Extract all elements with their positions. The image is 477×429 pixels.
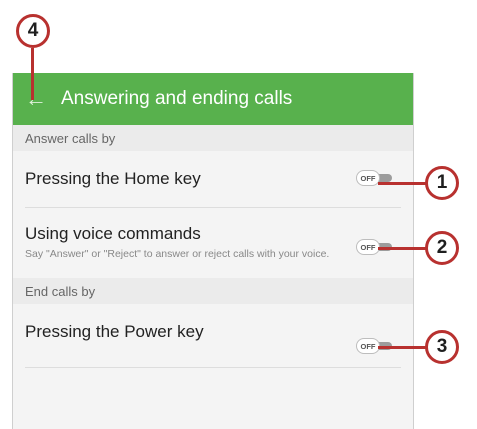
setting-title: Pressing the Home key <box>25 169 201 188</box>
toggle-knob: OFF <box>356 338 380 354</box>
callout-2-line <box>378 247 426 250</box>
app-bar: ← Answering and ending calls <box>13 73 413 125</box>
callout-4-line <box>31 48 34 100</box>
section-header-end: End calls by <box>13 278 413 304</box>
callout-2: 2 <box>425 231 459 265</box>
section-header-answer: Answer calls by <box>13 125 413 151</box>
arrow-left-icon: ← <box>25 86 47 111</box>
callout-3-line <box>378 346 426 349</box>
settings-screen: ← Answering and ending calls Answer call… <box>12 73 414 429</box>
callout-1: 1 <box>425 166 459 200</box>
toggle-knob: OFF <box>356 170 380 186</box>
setting-row-voice[interactable]: Using voice commands Say "Answer" or "Re… <box>25 208 401 278</box>
setting-title: Using voice commands <box>25 224 201 243</box>
setting-description: Say "Answer" or "Reject" to answer or re… <box>25 248 330 260</box>
back-button[interactable]: ← <box>25 88 55 110</box>
callout-3: 3 <box>425 330 459 364</box>
toggle-knob: OFF <box>356 239 380 255</box>
page-title: Answering and ending calls <box>61 88 293 109</box>
setting-row-home-key[interactable]: Pressing the Home key <box>25 151 401 207</box>
setting-row-power-key[interactable]: Pressing the Power key <box>25 304 401 360</box>
callout-4: 4 <box>16 14 50 48</box>
setting-title: Pressing the Power key <box>25 322 204 341</box>
divider <box>25 367 401 368</box>
callout-1-line <box>378 182 426 185</box>
